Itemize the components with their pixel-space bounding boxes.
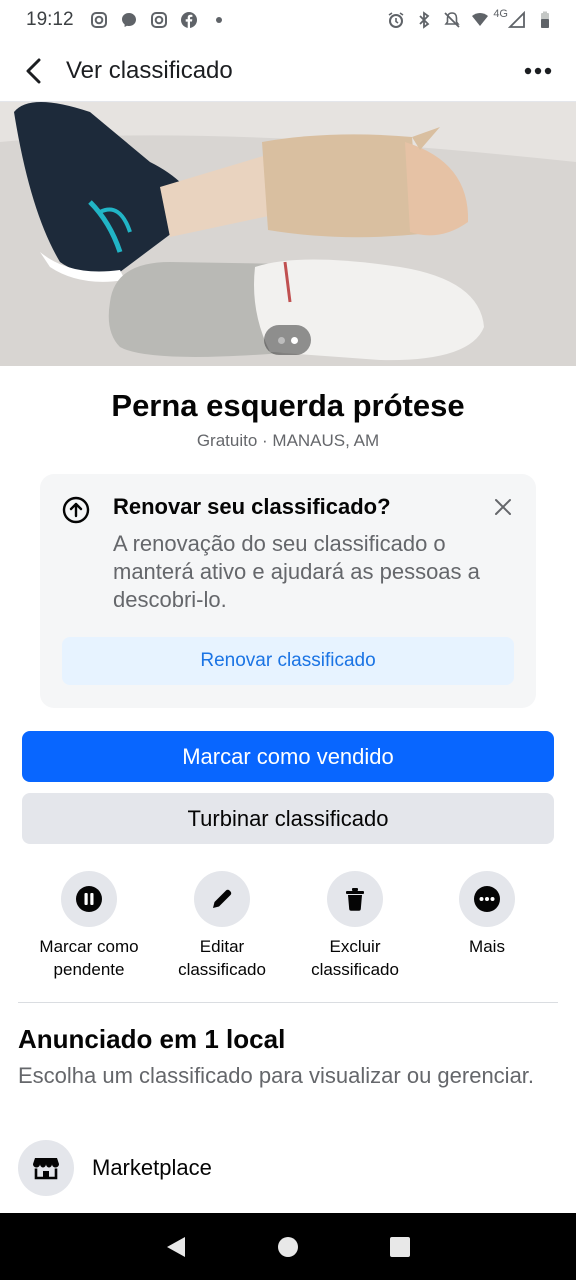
listing-place-marketplace[interactable]: Marketplace xyxy=(18,1140,212,1196)
renew-card-title: Renovar seu classificado? xyxy=(113,494,391,519)
instagram-icon xyxy=(150,12,167,28)
mark-as-sold-button[interactable]: Marcar como vendido xyxy=(22,731,554,782)
renew-card-text: A renovação do seu classificado o manter… xyxy=(113,531,480,612)
nav-home-button[interactable] xyxy=(273,1232,303,1262)
alarm-icon xyxy=(388,12,404,28)
circle-home-icon xyxy=(278,1236,298,1257)
instagram-icon xyxy=(90,12,107,28)
square-recents-icon xyxy=(390,1236,410,1257)
delete-listing-action[interactable]: Excluir classificado xyxy=(290,871,420,981)
status-bar: 19:12 4G xyxy=(0,0,576,40)
triangle-back-icon xyxy=(167,1236,185,1257)
more-options-button[interactable] xyxy=(518,51,558,91)
signal-icon xyxy=(508,11,525,28)
action-label: Excluir classificado xyxy=(311,937,399,979)
arrow-left-icon xyxy=(26,58,41,83)
pause-icon xyxy=(76,886,102,912)
pencil-icon xyxy=(213,889,232,908)
action-label: Marcar como pendente xyxy=(39,937,139,979)
listing-title: Perna esquerda prótese xyxy=(111,388,465,423)
place-icon-circle xyxy=(18,1140,74,1196)
battery-icon xyxy=(541,11,549,28)
listing-subtitle: Gratuito · MANAUS, AM xyxy=(196,431,380,450)
nav-back-button[interactable] xyxy=(161,1232,191,1262)
page-title: Ver classificado xyxy=(66,56,233,84)
facebook-icon xyxy=(180,12,197,28)
action-label: Mais xyxy=(469,937,505,956)
dot-icon xyxy=(215,17,222,23)
app-header: Ver classificado xyxy=(0,40,576,102)
status-time: 19:12 xyxy=(26,9,74,30)
network-type: 4G xyxy=(493,8,508,20)
action-icon-circle xyxy=(194,871,250,927)
more-horizontal-icon xyxy=(524,67,552,74)
action-icon-circle xyxy=(61,871,117,927)
wifi-icon xyxy=(472,13,489,26)
nav-recents-button[interactable] xyxy=(385,1232,415,1262)
action-icon-circle xyxy=(459,871,515,927)
mute-icon xyxy=(444,12,460,28)
pagination-dot xyxy=(277,336,285,344)
arrow-up-circle-icon xyxy=(62,496,90,524)
action-icon-circle xyxy=(327,871,383,927)
system-navigation-bar xyxy=(0,1213,576,1280)
listed-section-subtitle: Escolha um classificado para visualizar … xyxy=(18,1063,535,1088)
renew-listing-button[interactable]: Renovar classificado xyxy=(62,637,514,685)
store-icon xyxy=(33,1158,59,1180)
boost-listing-button[interactable]: Turbinar classificado xyxy=(22,793,554,844)
close-icon[interactable] xyxy=(492,496,514,518)
renew-listing-card: Renovar seu classificado? A renovação do… xyxy=(40,474,536,708)
trash-icon xyxy=(346,888,364,911)
action-label: Editar classificado xyxy=(178,937,266,979)
place-label: Marketplace xyxy=(92,1155,212,1180)
pagination-dot-active xyxy=(290,336,298,344)
listed-section-title: Anunciado em 1 local xyxy=(18,1024,286,1054)
mark-pending-action[interactable]: Marcar como pendente xyxy=(24,871,154,981)
divider xyxy=(18,1002,558,1003)
listing-actions: Marcar como pendente Editar classificado E… xyxy=(0,871,576,991)
more-icon xyxy=(474,886,500,912)
photo-pagination xyxy=(264,325,311,355)
bluetooth-icon xyxy=(419,11,430,29)
more-actions[interactable]: Mais xyxy=(422,871,552,958)
edit-listing-action[interactable]: Editar classificado xyxy=(157,871,287,981)
messenger-icon xyxy=(121,13,136,27)
back-button[interactable] xyxy=(14,51,54,91)
